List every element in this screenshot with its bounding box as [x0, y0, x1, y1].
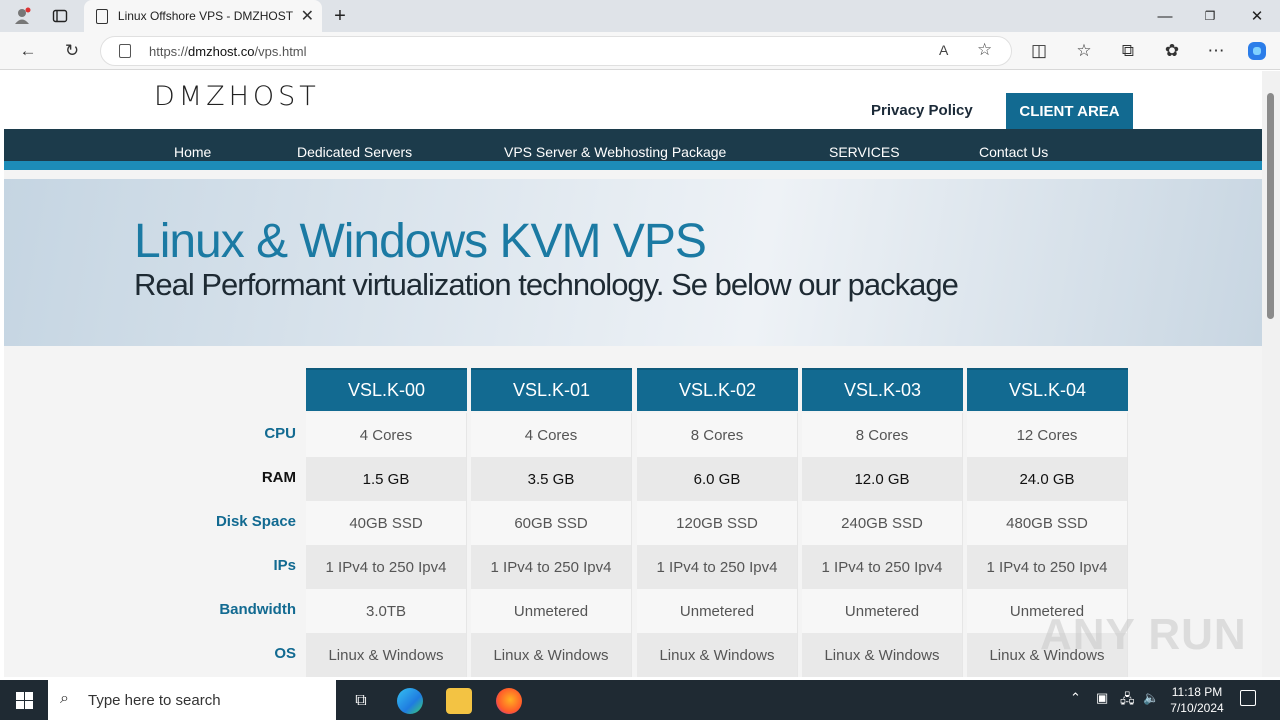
table-cell: 3.0TB: [306, 589, 467, 633]
tray-chevron-icon[interactable]: ⌃: [1070, 690, 1081, 706]
read-aloud-icon[interactable]: A: [939, 42, 948, 58]
more-menu-icon[interactable]: ⋯: [1205, 40, 1227, 62]
table-cell: 120GB SSD: [637, 501, 798, 545]
table-cell: 1 IPv4 to 250 Ipv4: [306, 545, 467, 589]
plan-header: VSL.K-02: [637, 368, 798, 411]
minimize-button[interactable]: —: [1155, 6, 1175, 26]
table-cell: 1 IPv4 to 250 Ipv4: [637, 545, 798, 589]
notifications-icon[interactable]: [1240, 690, 1256, 706]
collections-icon[interactable]: ⧉: [1117, 40, 1139, 62]
table-cell: 1 IPv4 to 250 Ipv4: [471, 545, 632, 589]
anyrun-watermark: ANY RUN: [1040, 610, 1247, 659]
close-window-button[interactable]: ✕: [1247, 6, 1267, 26]
tray-device-icon[interactable]: ▣: [1096, 690, 1108, 706]
hero-title: Linux & Windows KVM VPS: [134, 215, 707, 268]
extensions-icon[interactable]: ✿: [1161, 40, 1183, 62]
table-cell: 12 Cores: [967, 413, 1128, 457]
nav-home[interactable]: Home: [174, 144, 211, 160]
plan-header: VSL.K-04: [967, 368, 1128, 411]
table-cell: 1 IPv4 to 250 Ipv4: [967, 545, 1128, 589]
row-label-disk: Disk Space: [215, 513, 296, 530]
clock-date: 7/10/2024: [1170, 701, 1224, 715]
split-screen-icon[interactable]: ◫: [1028, 40, 1050, 62]
favorite-star-icon[interactable]: ☆: [977, 40, 992, 60]
url-text: https://dmzhost.co/vps.html: [149, 44, 307, 59]
back-icon[interactable]: ←: [17, 40, 39, 62]
table-cell: 240GB SSD: [802, 501, 963, 545]
firefox-icon[interactable]: [496, 688, 522, 714]
table-cell: 8 Cores: [802, 413, 963, 457]
page-icon: [96, 8, 108, 24]
task-view-icon[interactable]: ⧉: [348, 688, 374, 714]
tray-clock[interactable]: 11:18 PM 7/10/2024: [1160, 684, 1234, 716]
windows-taskbar: ⌕ Type here to search ⧉ ⌃ ▣ 🖧 🔈 11:18 PM…: [0, 680, 1280, 720]
url-field[interactable]: https://dmzhost.co/vps.html A ☆: [100, 36, 1012, 66]
nav-vps-webhosting[interactable]: VPS Server & Webhosting Package: [504, 144, 726, 160]
table-cell: Unmetered: [471, 589, 632, 633]
copilot-icon[interactable]: [1246, 40, 1268, 62]
table-cell: 480GB SSD: [967, 501, 1128, 545]
file-explorer-icon[interactable]: [446, 688, 472, 714]
main-nav: Home Dedicated Servers VPS Server & Webh…: [4, 129, 1262, 170]
clock-time: 11:18 PM: [1171, 685, 1223, 699]
tab-actions-icon[interactable]: [50, 6, 70, 26]
search-placeholder: Type here to search: [88, 692, 221, 709]
plan-header: VSL.K-01: [471, 368, 632, 411]
privacy-policy-link[interactable]: Privacy Policy: [871, 102, 973, 119]
plan-header: VSL.K-00: [306, 368, 467, 411]
table-cell: Unmetered: [802, 589, 963, 633]
restore-button[interactable]: ❐: [1200, 6, 1220, 26]
web-page: DMZHOST Privacy Policy CLIENT AREA Home …: [4, 71, 1262, 677]
network-icon[interactable]: 🖧: [1120, 690, 1135, 712]
nav-contact-us[interactable]: Contact Us: [979, 144, 1048, 160]
table-cell: Linux & Windows: [306, 633, 467, 677]
nav-dedicated-servers[interactable]: Dedicated Servers: [297, 144, 412, 160]
row-label-os: OS: [274, 645, 296, 662]
browser-tab-bar: Linux Offshore VPS - DMZHOST ✕ + — ❐ ✕: [0, 0, 1280, 32]
tab-title: Linux Offshore VPS - DMZHOST: [117, 9, 294, 23]
row-label-ips: IPs: [273, 557, 296, 574]
taskbar-search[interactable]: ⌕ Type here to search: [48, 680, 336, 720]
site-header: DMZHOST Privacy Policy CLIENT AREA: [4, 71, 1262, 129]
table-cell: 40GB SSD: [306, 501, 467, 545]
table-cell: 1.5 GB: [306, 457, 467, 501]
table-cell: 4 Cores: [306, 413, 467, 457]
table-cell: 24.0 GB: [967, 457, 1128, 501]
row-label-bandwidth: Bandwidth: [219, 601, 296, 618]
row-label-ram: RAM: [261, 469, 296, 486]
table-cell: Linux & Windows: [471, 633, 632, 677]
profile-icon[interactable]: [12, 6, 32, 26]
active-tab[interactable]: Linux Offshore VPS - DMZHOST ✕: [84, 0, 322, 32]
row-label-cpu: CPU: [264, 425, 296, 442]
close-tab-icon[interactable]: ✕: [301, 6, 314, 26]
table-cell: Linux & Windows: [802, 633, 963, 677]
table-cell: 6.0 GB: [637, 457, 798, 501]
nav-services[interactable]: SERVICES: [829, 144, 900, 160]
table-cell: 4 Cores: [471, 413, 632, 457]
table-cell: 8 Cores: [637, 413, 798, 457]
table-cell: 12.0 GB: [802, 457, 963, 501]
lock-icon: [119, 44, 131, 58]
table-cell: Unmetered: [637, 589, 798, 633]
volume-icon[interactable]: 🔈: [1143, 690, 1159, 706]
site-logo[interactable]: DMZHOST: [154, 81, 320, 112]
table-cell: 60GB SSD: [471, 501, 632, 545]
refresh-icon[interactable]: ↻: [61, 40, 83, 62]
table-cell: 3.5 GB: [471, 457, 632, 501]
hero-banner: Linux & Windows KVM VPS Real Performant …: [4, 179, 1262, 346]
search-icon: ⌕: [60, 690, 69, 707]
favorites-icon[interactable]: ☆: [1073, 40, 1095, 62]
windows-start-icon[interactable]: [16, 692, 33, 709]
scroll-thumb[interactable]: [1267, 93, 1274, 319]
hero-subtitle: Real Performant virtualization technolog…: [134, 267, 959, 302]
table-cell: 1 IPv4 to 250 Ipv4: [802, 545, 963, 589]
table-cell: Linux & Windows: [637, 633, 798, 677]
edge-icon[interactable]: [397, 688, 423, 714]
plan-header: VSL.K-03: [802, 368, 963, 411]
client-area-button[interactable]: CLIENT AREA: [1006, 93, 1133, 129]
new-tab-button[interactable]: +: [330, 5, 350, 27]
page-scrollbar[interactable]: [1262, 71, 1280, 677]
